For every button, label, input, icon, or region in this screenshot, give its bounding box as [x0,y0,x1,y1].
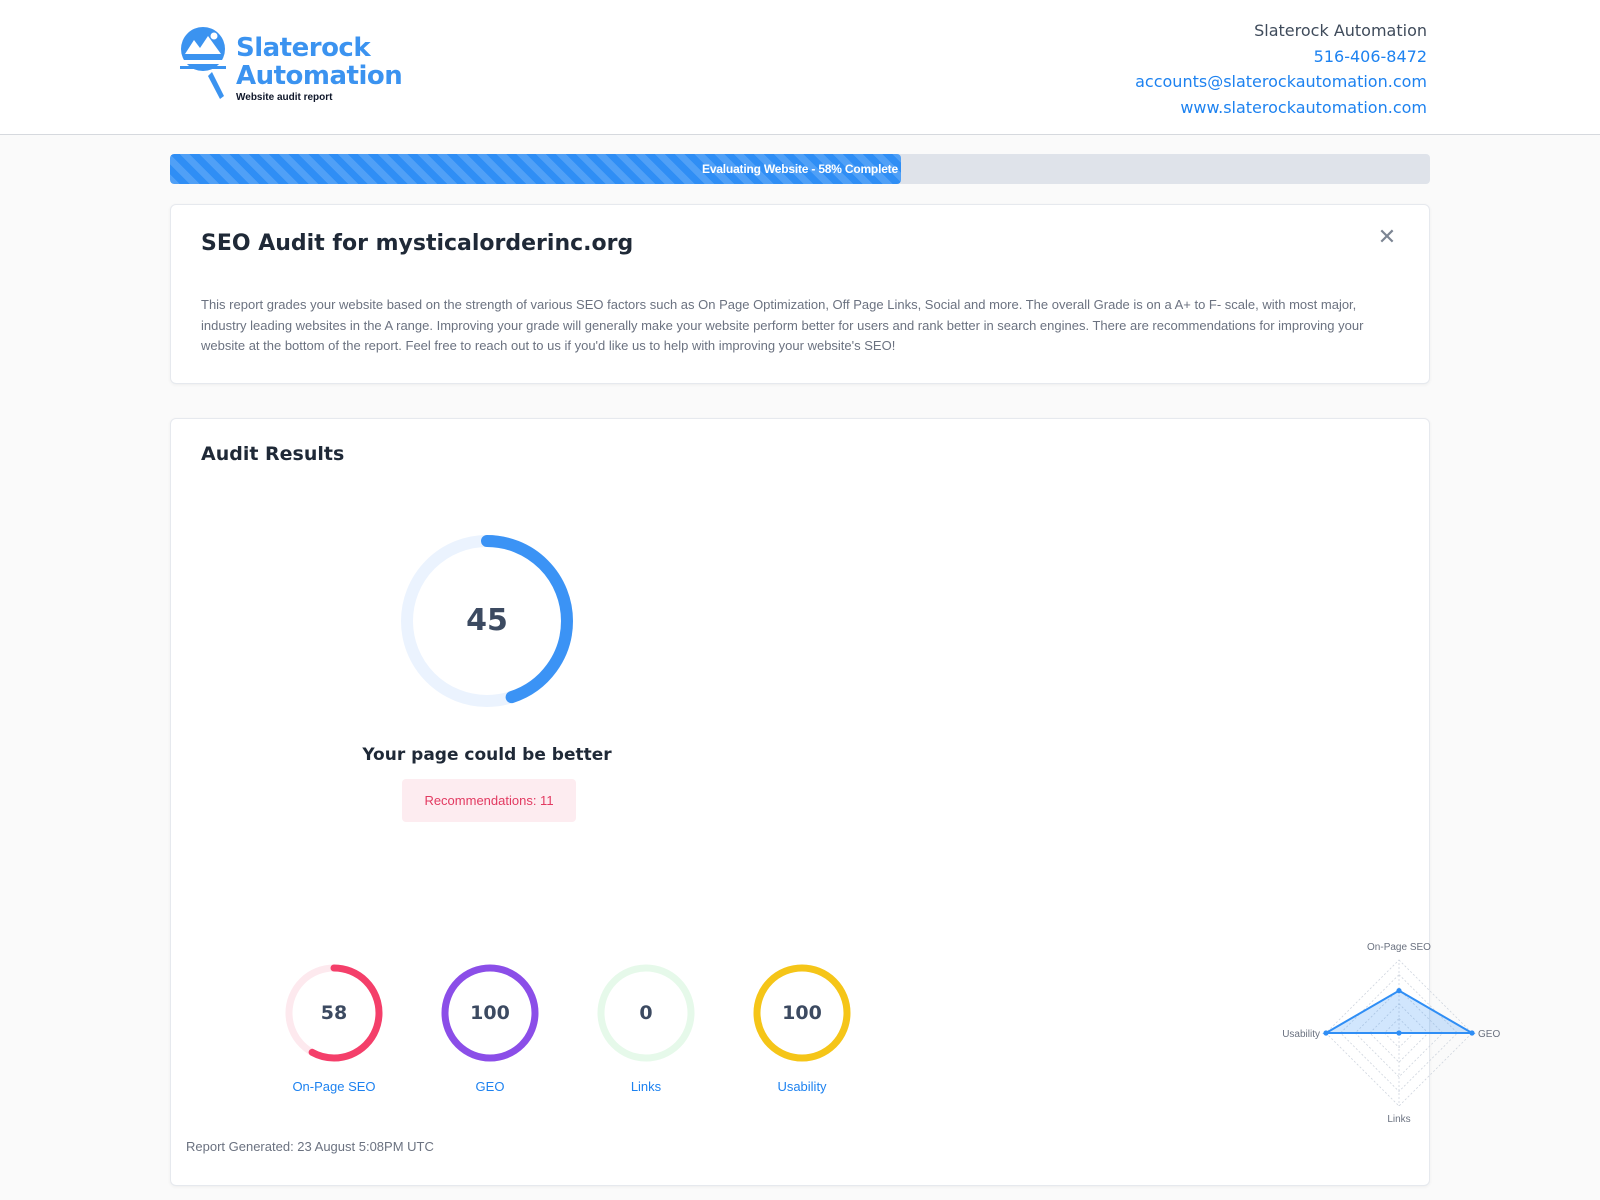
radar-series-area [1322,989,1476,1034]
phone-link[interactable]: 516-406-8472 [1135,44,1427,70]
close-icon[interactable]: ✕ [1375,225,1399,249]
section-title: Audit Results [201,443,345,465]
email-link[interactable]: accounts@slaterockautomation.com [1135,69,1427,95]
recommendations-badge[interactable]: Recommendations: 11 [402,779,576,822]
intro-description: This report grades your website based on… [201,297,1364,353]
contact-info: Slaterock Automation 516-406-8472 accoun… [1135,18,1427,120]
score-label[interactable]: On-Page SEO [252,1079,416,1094]
audit-results-card: Audit Results 45 Your page could be bett… [170,418,1500,1186]
radar-axis-label: On-Page SEO [1367,942,1431,953]
company-logo[interactable]: Slaterock Automation Website audit repor… [178,22,438,106]
score-value: 58 [320,1002,348,1024]
radar-axis-label: Usability [1282,1029,1320,1040]
radar-point [1396,1030,1402,1036]
overall-score: 45 [466,603,508,638]
page-title: SEO Audit for mysticalorderinc.org [201,231,634,256]
report-timestamp: Report Generated: 23 August 5:08PM UTC [186,1139,434,1154]
radar-axis-label: GEO [1478,1029,1500,1040]
radar-point [1469,1030,1475,1036]
score-label[interactable]: Usability [720,1079,884,1094]
progress-label: Evaluating Website - 58% Complete [702,162,898,176]
logo-text-line2: Automation [236,61,403,91]
score-label[interactable]: GEO [408,1079,572,1094]
category-radar-chart: On-Page SEO GEO Links Usability [1282,942,1500,1125]
radar-point [1396,988,1402,994]
score-value: 100 [470,1002,510,1024]
score-value: 0 [639,1002,653,1024]
company-name: Slaterock Automation [1254,21,1427,40]
logo-magnifier-icon [180,27,226,99]
score-value: 100 [782,1002,822,1024]
radar-point [1323,1030,1329,1036]
evaluation-progress-bar: Evaluating Website - 58% Complete [170,154,1430,184]
website-link[interactable]: www.slaterockautomation.com [1135,95,1427,121]
intro-card: SEO Audit for mysticalorderinc.org ✕ Thi… [170,204,1430,384]
logo-tagline: Website audit report [236,92,333,103]
score-verdict: Your page could be better [362,745,612,765]
radar-axis-label: Links [1387,1114,1410,1125]
logo-text-line1: Slaterock [236,33,371,63]
header: Slaterock Automation Website audit repor… [0,0,1600,135]
score-label[interactable]: Links [564,1079,728,1094]
